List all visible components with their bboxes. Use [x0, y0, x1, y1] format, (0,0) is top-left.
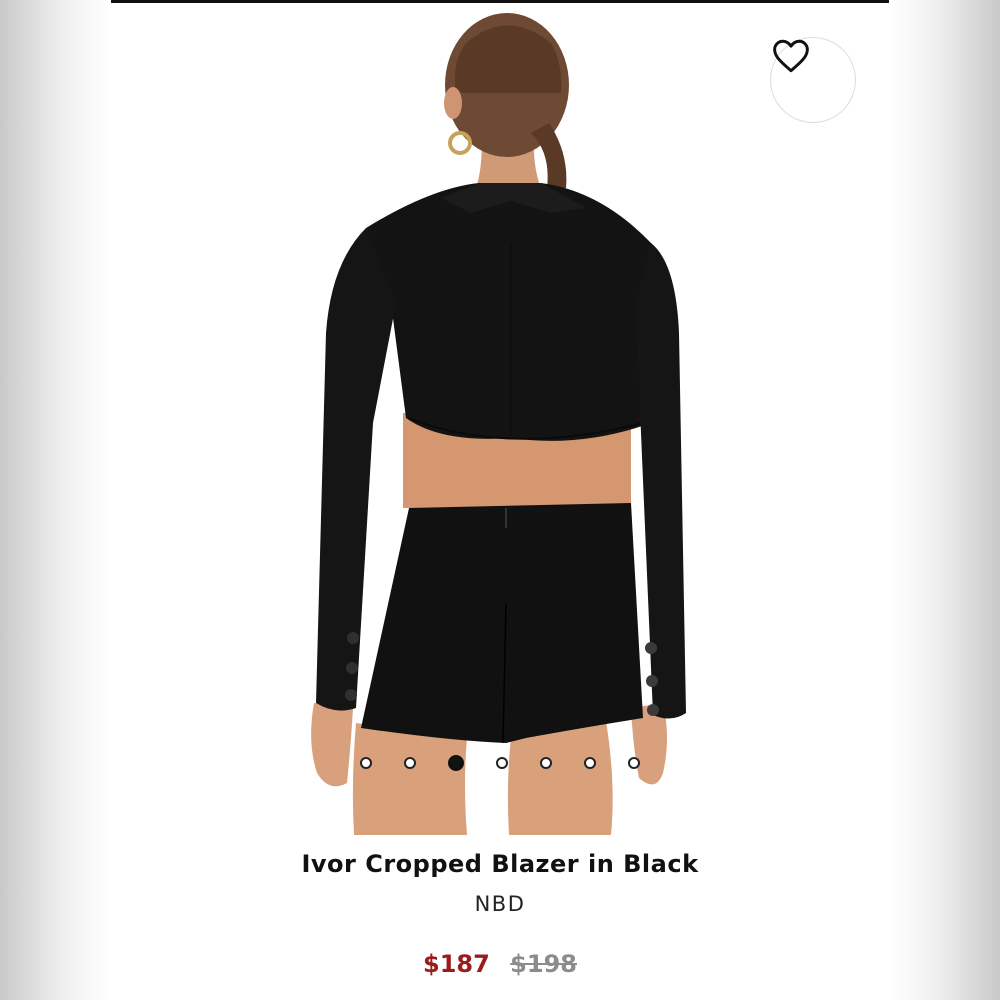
gallery-dot-1[interactable] — [360, 757, 372, 769]
gallery-dot-7[interactable] — [628, 757, 640, 769]
product-image[interactable] — [111, 3, 889, 835]
gallery-pagination — [111, 755, 889, 771]
sale-price: $187 — [423, 950, 490, 978]
heart-icon — [773, 39, 809, 73]
price-row: $187 $198 — [111, 950, 889, 978]
gallery-dot-2[interactable] — [404, 757, 416, 769]
product-brand[interactable]: NBD — [111, 892, 889, 916]
gallery-dot-6[interactable] — [584, 757, 596, 769]
original-price: $198 — [510, 950, 577, 978]
gallery-dot-3-active[interactable] — [448, 755, 464, 771]
product-title: Ivor Cropped Blazer in Black — [301, 850, 699, 878]
product-screen: Ivor Cropped Blazer in Black NBD $187 $1… — [111, 0, 889, 1000]
favorite-button[interactable] — [770, 37, 856, 123]
gallery-dot-5[interactable] — [540, 757, 552, 769]
gallery-dot-4[interactable] — [496, 757, 508, 769]
product-photo-illustration — [311, 13, 686, 835]
